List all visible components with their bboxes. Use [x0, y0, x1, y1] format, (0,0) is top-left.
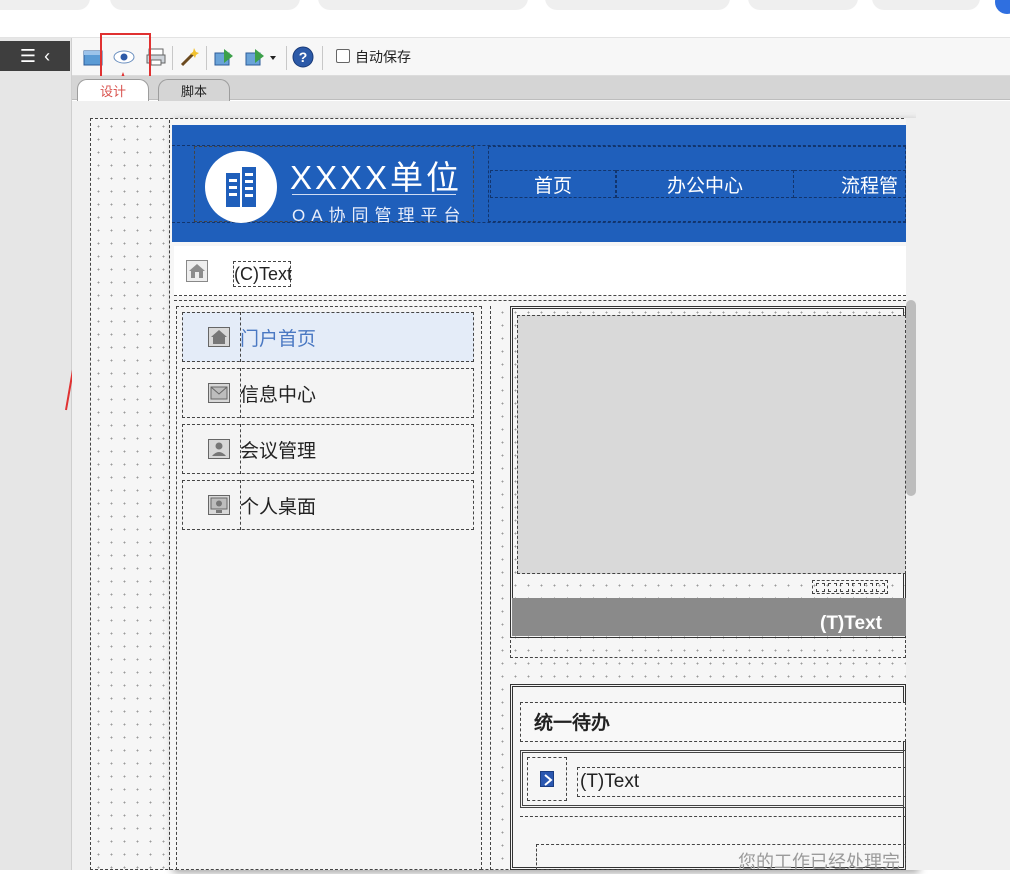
- hamburger-icon: ☰: [19, 45, 37, 66]
- pager-dot[interactable]: [852, 582, 861, 592]
- logo-title: XXXX单位: [290, 159, 463, 196]
- vertical-scrollbar-thumb[interactable]: [906, 300, 916, 496]
- pager-dot[interactable]: [876, 582, 885, 592]
- toolbar-separator: [286, 46, 287, 70]
- banner-caption-text: (T)Text: [820, 613, 882, 634]
- export-dropdown-icon[interactable]: [245, 47, 279, 67]
- autosave-label: 自动保存: [355, 49, 411, 65]
- canvas-right-margin: [916, 101, 1010, 870]
- menu-splitter: [481, 306, 491, 870]
- nav-item-office-center[interactable]: 办公中心: [616, 170, 794, 198]
- home-icon: [208, 327, 230, 347]
- svg-text:?: ?: [299, 49, 308, 65]
- todo-item-text[interactable]: (T)Text: [577, 767, 906, 797]
- toolbar-separator: [322, 46, 323, 70]
- content-divider: [174, 300, 906, 301]
- autosave-checkbox[interactable]: [336, 49, 350, 63]
- browser-tab[interactable]: [0, 0, 90, 10]
- banner-footer-frame: [510, 640, 906, 658]
- monitor-icon: [208, 495, 230, 515]
- help-icon[interactable]: ?: [292, 46, 314, 68]
- menu-item-label: 个人桌面: [240, 496, 317, 518]
- person-icon: [208, 439, 230, 459]
- left-margin-region: [92, 120, 170, 870]
- toolbar-separator: [206, 46, 207, 70]
- logo-subtitle: OA协同管理平台: [292, 206, 467, 225]
- chevron-left-icon: ‹: [44, 45, 51, 66]
- pager-dot[interactable]: [840, 582, 849, 592]
- tab-script[interactable]: 脚本: [158, 79, 231, 101]
- tab-design[interactable]: 设计: [77, 79, 150, 101]
- pager-dot[interactable]: [828, 582, 837, 592]
- pager-dot[interactable]: [864, 582, 873, 592]
- menu-item-label: 会议管理: [240, 440, 317, 462]
- home-icon[interactable]: [186, 260, 208, 282]
- browser-tab[interactable]: [110, 0, 300, 10]
- breadcrumb-text: (C)Text: [233, 261, 292, 287]
- browser-action-button[interactable]: [995, 0, 1010, 14]
- banner-image-placeholder[interactable]: [517, 315, 906, 574]
- toolbar-separator: [172, 46, 173, 70]
- menu-item-label: 门户首页: [240, 328, 317, 350]
- chevron-right-icon[interactable]: [540, 771, 554, 787]
- browser-tab[interactable]: [545, 0, 730, 10]
- pager-dot[interactable]: [816, 582, 825, 592]
- import-icon[interactable]: [213, 47, 235, 67]
- todo-empty-message: 您的工作已经处理完: [738, 852, 900, 872]
- browser-tab[interactable]: [318, 0, 528, 10]
- magic-wand-icon[interactable]: [178, 47, 200, 67]
- nav-item-workflow[interactable]: 流程管: [794, 170, 906, 198]
- browser-tab[interactable]: [872, 0, 980, 10]
- logo-building-icon: [205, 151, 277, 223]
- todo-title: 统一待办: [534, 713, 611, 734]
- browser-tab[interactable]: [748, 0, 858, 10]
- nav-item-home[interactable]: 首页: [490, 170, 616, 198]
- menu-item-label: 信息中心: [240, 384, 317, 406]
- carousel-pager[interactable]: [812, 580, 888, 594]
- browser-tab-strip: [0, 0, 1010, 38]
- mail-icon: [208, 383, 230, 403]
- logo-divider: [292, 194, 456, 195]
